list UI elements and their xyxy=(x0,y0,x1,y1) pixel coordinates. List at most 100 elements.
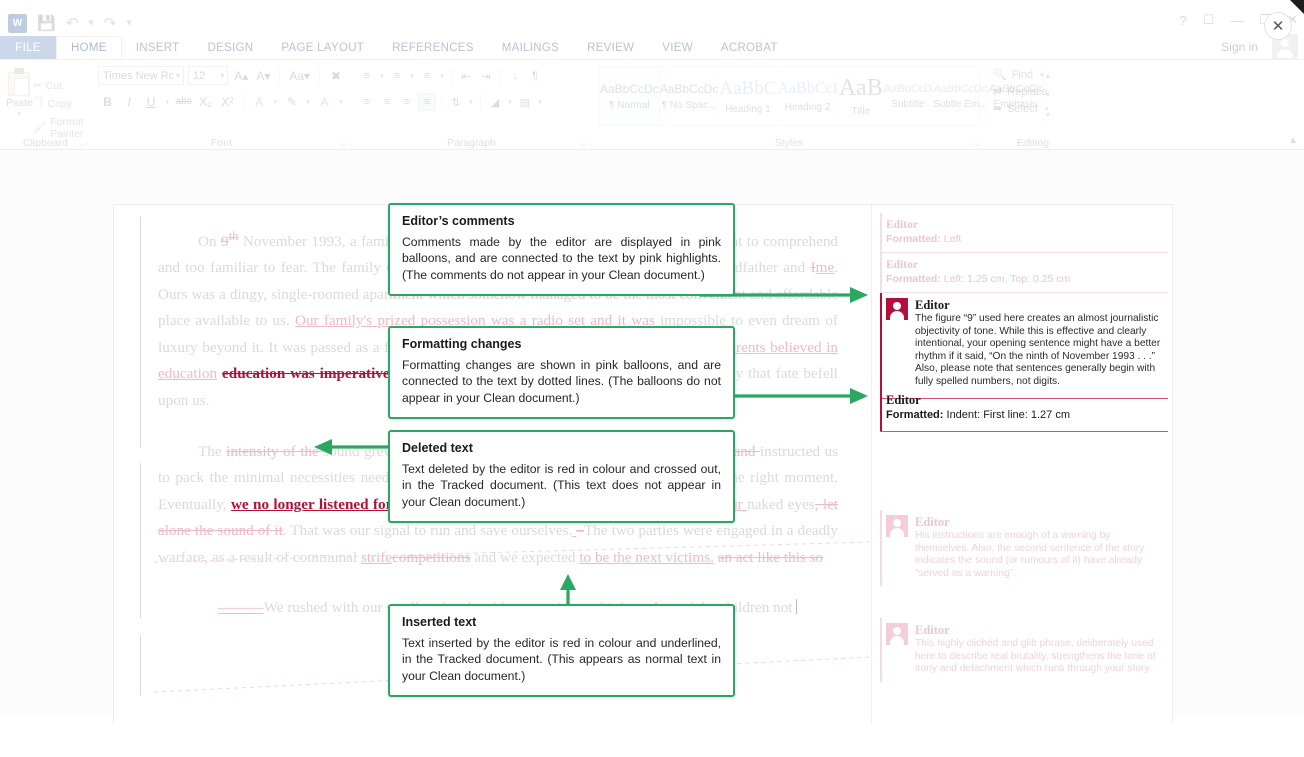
borders-icon[interactable]: ▤ xyxy=(516,93,534,111)
tab-view[interactable]: VIEW xyxy=(648,36,707,59)
styles-dialog-launcher-icon[interactable]: ◡ xyxy=(974,137,982,148)
numbering-dropdown-icon[interactable]: ▾ xyxy=(408,72,416,80)
superscript-icon[interactable]: X² xyxy=(218,92,237,111)
quick-access-toolbar: W 💾 ↶ ▾ ↷ ▾ xyxy=(0,10,1304,36)
bullets-icon[interactable]: ≡ xyxy=(358,67,376,85)
find-button[interactable]: 🔍 Find ▾ xyxy=(993,68,1073,82)
sort-icon[interactable]: ↓ xyxy=(506,67,524,85)
font-size-combo[interactable]: 12 ▾ xyxy=(188,66,229,85)
align-center-icon[interactable]: ≡ xyxy=(378,93,396,111)
balloon-formatted-2[interactable]: Editor Formatted: Left: 1.25 cm, Top: 0.… xyxy=(880,253,1168,293)
grow-font-icon[interactable]: A▴ xyxy=(232,66,250,85)
style-item-heading-1[interactable]: AaBbC Heading 1 xyxy=(719,67,778,125)
style-label: Subtle Em... xyxy=(933,98,988,110)
style-item-title[interactable]: AaB Title xyxy=(839,67,884,125)
subscript-icon[interactable]: X₂ xyxy=(196,92,215,111)
balloon-text: Formatted: Left: 1.25 cm, Top: 0.25 cm xyxy=(886,273,1071,285)
balloon-formatted-3[interactable]: Editor Formatted: Indent: First line: 1.… xyxy=(880,388,1168,432)
tab-references[interactable]: REFERENCES xyxy=(378,36,488,59)
align-left-icon[interactable]: ≡ xyxy=(358,93,376,111)
ribbon-display-options-icon[interactable]: ☐ xyxy=(1203,12,1215,28)
save-icon[interactable]: 💾 xyxy=(37,16,56,31)
shading-dropdown-icon[interactable]: ▾ xyxy=(506,98,514,106)
tab-file[interactable]: FILE xyxy=(0,36,56,59)
tab-review[interactable]: REVIEW xyxy=(573,36,648,59)
style-item-heading-2[interactable]: AaBbCcI Heading 2 xyxy=(777,67,839,125)
copy-button[interactable]: 🗍 Copy xyxy=(33,95,85,113)
undo-dropdown-icon[interactable]: ▾ xyxy=(88,17,94,29)
shading-icon[interactable]: ◢ xyxy=(486,93,504,111)
ribbon-group-styles: AaBbCcDc ¶ Normal AaBbCcDc ¶ No Spac... … xyxy=(592,60,1051,150)
change-case-icon[interactable]: Aa▾ xyxy=(287,66,312,85)
inserted-run: strife xyxy=(360,548,393,566)
align-right-icon[interactable]: ≡ xyxy=(398,93,416,111)
decrease-indent-icon[interactable]: ⇤ xyxy=(457,67,475,85)
font-color-dropdown-icon[interactable]: ▾ xyxy=(337,98,345,106)
select-button[interactable]: ➦ Select ▾ xyxy=(993,102,1073,116)
avatar-icon xyxy=(886,515,908,537)
numbering-icon[interactable]: ≡ xyxy=(388,67,406,85)
show-formatting-marks-icon[interactable]: ¶ xyxy=(526,67,544,85)
paragraph-dialog-launcher-icon[interactable]: ◡ xyxy=(579,137,587,148)
bullets-dropdown-icon[interactable]: ▾ xyxy=(378,72,386,80)
tab-insert[interactable]: INSERT xyxy=(122,36,194,59)
text-highlight-icon[interactable]: ✎ xyxy=(283,92,302,111)
select-dropdown-icon[interactable]: ▾ xyxy=(1043,105,1051,113)
font-dialog-launcher-icon[interactable]: ◡ xyxy=(339,137,347,148)
multilevel-list-icon[interactable]: ≡ xyxy=(418,67,436,85)
cut-button[interactable]: ✂ Cut xyxy=(33,80,85,92)
line-spacing-dropdown-icon[interactable]: ▾ xyxy=(467,98,475,106)
deleted-run: an act like this so xyxy=(717,548,824,566)
increase-indent-icon[interactable]: ⇥ xyxy=(477,67,495,85)
tab-design[interactable]: DESIGN xyxy=(193,36,267,59)
style-item-no-spacing[interactable]: AaBbCcDc ¶ No Spac... xyxy=(660,67,720,125)
callout-editors-comments: Editor’s comments Comments made by the e… xyxy=(388,203,735,297)
style-item-subtitle[interactable]: AaBbCcD Subtitle xyxy=(884,67,934,125)
style-item-normal[interactable]: AaBbCcDc ¶ Normal xyxy=(599,67,660,125)
style-label: ¶ No Spac... xyxy=(661,99,717,111)
tab-page-layout[interactable]: PAGE LAYOUT xyxy=(267,36,378,59)
clipboard-dialog-launcher-icon[interactable]: ◡ xyxy=(79,137,87,148)
text-effects-icon[interactable]: A xyxy=(250,92,269,111)
highlight-dropdown-icon[interactable]: ▾ xyxy=(304,98,312,106)
style-item-subtle-emphasis[interactable]: AaBbCcDc Subtle Em... xyxy=(933,67,989,125)
style-preview: AaBbCcDc xyxy=(933,82,988,95)
balloon-comment-2[interactable]: Editor His instructions are enough of a … xyxy=(880,510,1168,587)
font-color-icon[interactable]: A xyxy=(315,92,334,111)
balloon-comment-1[interactable]: Editor The figure “9” used here creates … xyxy=(880,293,1168,399)
customize-qat-icon[interactable]: ▾ xyxy=(126,17,132,29)
balloon-formatted-1[interactable]: Editor Formatted: Left xyxy=(880,213,1168,253)
undo-icon[interactable]: ↶ xyxy=(66,16,79,31)
italic-icon[interactable]: I xyxy=(120,92,139,111)
tab-home[interactable]: HOME xyxy=(56,36,122,59)
minimize-icon[interactable]: — xyxy=(1230,13,1243,28)
tab-acrobat[interactable]: ACROBAT xyxy=(707,36,792,59)
deleted-run: intensity of the xyxy=(226,442,324,460)
underline-dropdown-icon[interactable]: ▾ xyxy=(163,98,171,106)
tab-mailings[interactable]: MAILINGS xyxy=(488,36,573,59)
replace-button[interactable]: ⇄ Replace xyxy=(993,85,1073,99)
help-icon[interactable]: ? xyxy=(1180,13,1187,28)
justify-icon[interactable]: ≡ xyxy=(418,93,436,111)
scissors-icon: ✂ xyxy=(32,79,42,92)
balloon-comment-3[interactable]: Editor This highly clichéd and glib phra… xyxy=(880,618,1168,682)
clear-formatting-icon[interactable]: ✖ xyxy=(327,66,345,85)
collapse-ribbon-icon[interactable]: ▲ xyxy=(1288,135,1298,146)
paste-dropdown-icon[interactable]: ▾ xyxy=(18,110,22,118)
strikethrough-icon[interactable]: abc xyxy=(174,92,193,111)
underline-icon[interactable]: U xyxy=(142,92,161,111)
overlay-close-button[interactable]: ✕ xyxy=(1264,12,1292,40)
binoculars-icon: 🔍 xyxy=(993,69,1007,81)
format-painter-button[interactable]: 🖌 Format Painter xyxy=(33,116,85,140)
text-effects-dropdown-icon[interactable]: ▾ xyxy=(272,98,280,106)
redo-icon[interactable]: ↷ xyxy=(104,16,117,31)
line-spacing-icon[interactable]: ⇅ xyxy=(447,93,465,111)
font-family-combo[interactable]: Times New Ro ▾ xyxy=(98,66,184,85)
balloon-text: Formatted: Left xyxy=(886,233,962,245)
multilevel-dropdown-icon[interactable]: ▾ xyxy=(438,72,446,80)
find-dropdown-icon[interactable]: ▾ xyxy=(1038,71,1046,79)
clipboard-group-label: Clipboard xyxy=(23,137,68,149)
borders-dropdown-icon[interactable]: ▾ xyxy=(536,98,544,106)
bold-icon[interactable]: B xyxy=(98,92,117,111)
shrink-font-icon[interactable]: A▾ xyxy=(254,66,272,85)
